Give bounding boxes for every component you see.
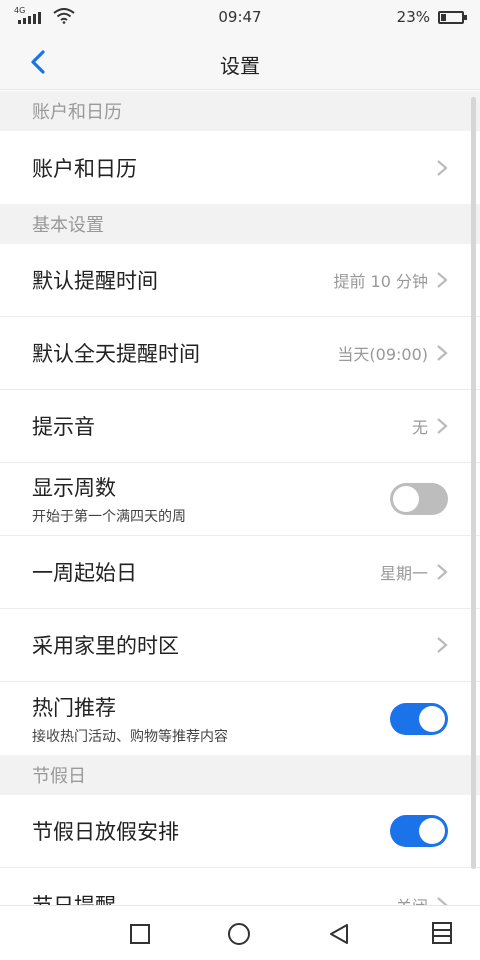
title-bar: 设置 [0, 34, 480, 90]
home-icon [228, 923, 250, 945]
row-title: 热门推荐 [32, 695, 116, 720]
row-subtitle: 开始于第一个满四天的周 [32, 509, 186, 525]
battery-area: 23% [396, 8, 467, 26]
row-value: 无 [411, 418, 428, 437]
system-back-button[interactable] [325, 920, 353, 948]
chevron-right-icon [437, 637, 448, 653]
row-title: 默认全天提醒时间 [32, 342, 200, 366]
recent-apps-icon [130, 924, 150, 944]
chevron-right-icon [437, 564, 448, 580]
row-title: 显示周数 [32, 476, 116, 500]
scrollbar[interactable] [471, 97, 476, 869]
navigation-bar [0, 905, 480, 960]
row-default-reminder[interactable]: 默认提醒时间 提前 10 分钟 [0, 244, 480, 317]
row-festival-reminder[interactable]: 节日提醒 关闭 [0, 868, 480, 905]
settings-list[interactable]: 账户和日历 账户和日历 基本设置 默认提醒时间 提前 10 分钟 默认全天提醒时… [0, 91, 480, 905]
row-title: 节日提醒 [32, 890, 396, 906]
status-bar: 4G 09:47 23% [0, 0, 480, 34]
battery-icon [438, 10, 467, 24]
row-holiday-schedule[interactable]: 节假日放假安排 [0, 795, 480, 868]
row-value: 星期一 [379, 564, 428, 583]
page-title: 设置 [220, 54, 260, 78]
back-triangle-icon [330, 924, 348, 944]
row-title: 默认提醒时间 [32, 269, 158, 293]
home-button[interactable] [225, 920, 253, 948]
row-account-calendar[interactable]: 账户和日历 [0, 131, 480, 204]
row-home-timezone[interactable]: 采用家里的时区 [0, 609, 480, 682]
recent-apps-button[interactable] [126, 920, 154, 948]
battery-percent: 23% [396, 8, 430, 26]
section-header-account: 账户和日历 [0, 91, 480, 131]
chevron-right-icon [437, 345, 448, 361]
chevron-right-icon [437, 418, 448, 434]
chevron-right-icon [437, 896, 448, 905]
menu-button[interactable] [430, 920, 454, 946]
row-hot-recommendations[interactable]: 热门推荐 接收热门活动、购物等推荐内容 [0, 682, 480, 755]
row-value: 关闭 [396, 893, 428, 906]
row-allday-reminder[interactable]: 默认全天提醒时间 当天(09:00) [0, 317, 480, 390]
menu-icon [432, 922, 452, 944]
section-header-holidays: 节假日 [0, 755, 480, 795]
week-numbers-toggle[interactable] [390, 483, 448, 515]
hot-recommendations-toggle[interactable] [390, 702, 448, 735]
row-title: 账户和日历 [32, 156, 137, 181]
row-week-start[interactable]: 一周起始日 星期一 [0, 536, 480, 609]
row-value: 当天(09:00) [337, 345, 428, 364]
chevron-right-icon [437, 272, 448, 288]
row-title: 节假日放假安排 [32, 820, 179, 844]
section-header-basic: 基本设置 [0, 204, 480, 244]
row-subtitle: 接收热门活动、购物等推荐内容 [32, 728, 228, 745]
row-alert-sound[interactable]: 提示音 无 [0, 390, 480, 463]
row-show-week-numbers[interactable]: 显示周数 开始于第一个满四天的周 [0, 463, 480, 536]
row-title: 一周起始日 [32, 561, 137, 585]
holiday-schedule-toggle[interactable] [390, 815, 448, 847]
row-title: 提示音 [32, 415, 95, 439]
row-value: 提前 10 分钟 [333, 272, 428, 291]
chevron-right-icon [437, 159, 448, 176]
row-title: 采用家里的时区 [32, 634, 179, 658]
